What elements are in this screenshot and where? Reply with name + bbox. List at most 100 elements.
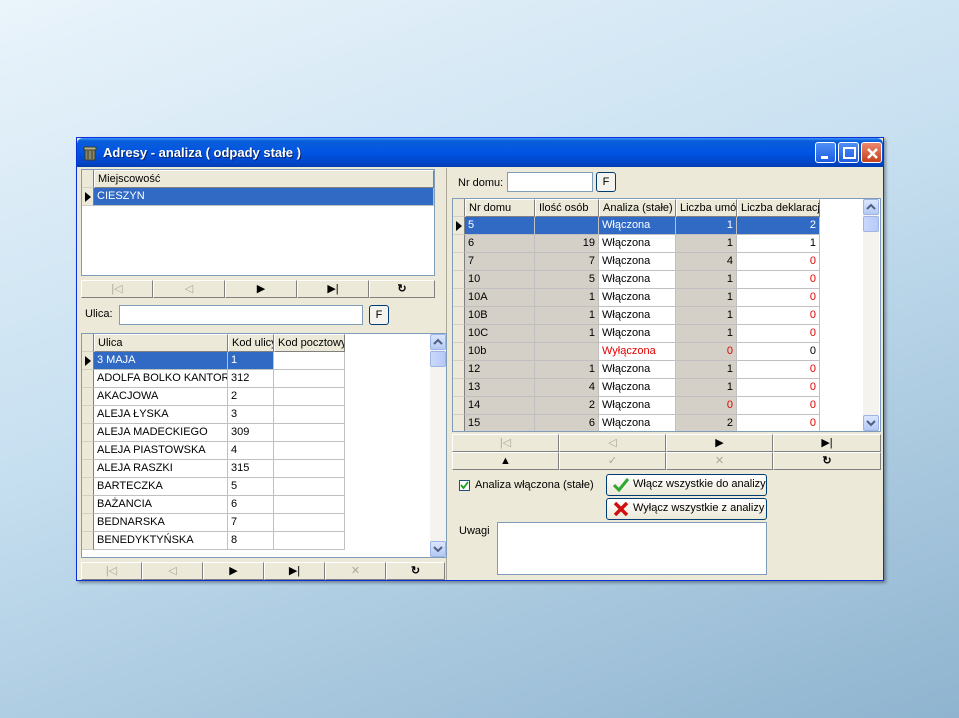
title-bar[interactable]: Adresy - analiza ( odpady stałe ) [77, 138, 883, 167]
column-header-analiza[interactable]: Analiza (stałe) [599, 199, 676, 217]
dom-cell-deklaracje[interactable]: 1 [737, 235, 820, 253]
domy-nav-post-button[interactable]: ✓ [559, 452, 666, 470]
minimize-button[interactable] [815, 142, 836, 163]
dom-cell-deklaracje[interactable]: 2 [737, 217, 820, 235]
dom-cell-nr[interactable]: 6 [465, 235, 535, 253]
dom-cell-osoby[interactable] [535, 217, 599, 235]
dom-cell-deklaracje[interactable]: 0 [737, 325, 820, 343]
ulica-filter-input[interactable] [119, 305, 363, 325]
column-header-ilosc-osob[interactable]: Ilość osób [535, 199, 599, 217]
ulica-cell-zip[interactable] [274, 424, 345, 442]
ulica-cell-zip[interactable] [274, 532, 345, 550]
ulica-cell-code[interactable]: 5 [228, 478, 274, 496]
nav-first-button[interactable]: |◁ [81, 280, 153, 298]
nav-next-button[interactable]: ▶ [225, 280, 297, 298]
ulice-vertical-scrollbar[interactable] [430, 334, 446, 557]
ulica-filter-button[interactable]: F [369, 305, 389, 325]
dom-cell-umowy[interactable]: 1 [676, 307, 737, 325]
ulice-nav-refresh-button[interactable]: ↻ [386, 562, 445, 580]
dom-cell-nr[interactable]: 13 [465, 379, 535, 397]
nav-last-button[interactable]: ▶| [297, 280, 369, 298]
dom-cell-analiza[interactable]: Włączona [599, 253, 676, 271]
ulica-cell-name[interactable]: BAŻANCIA [94, 496, 228, 514]
domy-nav-prior-button[interactable]: ◁ [559, 434, 666, 452]
uwagi-textarea[interactable] [497, 522, 767, 575]
dom-cell-umowy[interactable]: 0 [676, 343, 737, 361]
dom-cell-osoby[interactable]: 5 [535, 271, 599, 289]
ulica-cell-code[interactable]: 4 [228, 442, 274, 460]
ulica-cell-name[interactable]: ALEJA MADECKIEGO [94, 424, 228, 442]
dom-cell-umowy[interactable]: 1 [676, 217, 737, 235]
ulica-cell-code[interactable]: 1 [228, 352, 274, 370]
nr-domu-filter-button[interactable]: F [596, 172, 616, 192]
disable-all-button[interactable]: Wyłącz wszystkie z analizy [606, 498, 767, 520]
ulica-cell-name[interactable]: BARTECZKA [94, 478, 228, 496]
dom-cell-osoby[interactable] [535, 343, 599, 361]
dom-cell-deklaracje[interactable]: 0 [737, 307, 820, 325]
ulica-cell-code[interactable]: 312 [228, 370, 274, 388]
dom-cell-umowy[interactable]: 1 [676, 325, 737, 343]
dom-cell-deklaracje[interactable]: 0 [737, 397, 820, 415]
enable-all-button[interactable]: Włącz wszystkie do analizy [606, 474, 767, 496]
ulica-cell-code[interactable]: 6 [228, 496, 274, 514]
dom-cell-osoby[interactable]: 1 [535, 307, 599, 325]
miejscowosc-grid[interactable]: Miejscowość CIESZYN [81, 169, 435, 276]
nav-refresh-button[interactable]: ↻ [369, 280, 435, 298]
ulice-nav-prior-button[interactable]: ◁ [142, 562, 203, 580]
ulice-grid[interactable]: Ulica Kod ulicy Kod pocztowy 3 MAJA 1 ADOL… [81, 333, 447, 558]
dom-cell-nr[interactable]: 7 [465, 253, 535, 271]
dom-cell-analiza[interactable]: Włączona [599, 217, 676, 235]
ulica-cell-zip[interactable] [274, 514, 345, 532]
dom-cell-osoby[interactable]: 1 [535, 289, 599, 307]
scroll-down-button[interactable] [430, 541, 446, 557]
ulica-cell-zip[interactable] [274, 442, 345, 460]
ulica-cell-zip[interactable] [274, 496, 345, 514]
column-header-kod-ulicy[interactable]: Kod ulicy [228, 334, 274, 352]
column-header-nr-domu[interactable]: Nr domu [465, 199, 535, 217]
ulica-cell-name[interactable]: BEDNARSKA [94, 514, 228, 532]
ulica-cell-code[interactable]: 7 [228, 514, 274, 532]
dom-cell-nr[interactable]: 10b [465, 343, 535, 361]
domy-nav-last-button[interactable]: ▶| [773, 434, 881, 452]
ulica-cell-name[interactable]: ALEJA ŁYSKA [94, 406, 228, 424]
ulica-cell-name[interactable]: AKACJOWA [94, 388, 228, 406]
ulica-cell-name[interactable]: ADOLFA BOLKO KANTOR [94, 370, 228, 388]
column-header-miejscowosc[interactable]: Miejscowość [94, 170, 434, 188]
dom-cell-analiza[interactable]: Włączona [599, 361, 676, 379]
dom-cell-deklaracje[interactable]: 0 [737, 253, 820, 271]
column-header-liczba-umow[interactable]: Liczba umów [676, 199, 737, 217]
domy-vertical-scrollbar[interactable] [863, 199, 879, 431]
ulica-cell-zip[interactable] [274, 352, 345, 370]
dom-cell-umowy[interactable]: 1 [676, 271, 737, 289]
ulice-nav-cancel-button[interactable]: ✕ [325, 562, 386, 580]
ulica-cell-code[interactable]: 309 [228, 424, 274, 442]
dom-cell-nr[interactable]: 5 [465, 217, 535, 235]
dom-cell-umowy[interactable]: 4 [676, 253, 737, 271]
maximize-button[interactable] [838, 142, 859, 163]
domy-nav-next-button[interactable]: ▶ [666, 434, 773, 452]
ulice-nav-first-button[interactable]: |◁ [81, 562, 142, 580]
ulica-cell-zip[interactable] [274, 388, 345, 406]
dom-cell-umowy[interactable]: 2 [676, 415, 737, 431]
ulice-nav-next-button[interactable]: ▶ [203, 562, 264, 580]
dom-cell-analiza[interactable]: Wyłączona [599, 343, 676, 361]
dom-cell-osoby[interactable]: 7 [535, 253, 599, 271]
dom-cell-deklaracje[interactable]: 0 [737, 379, 820, 397]
miejscowosc-row[interactable]: CIESZYN [94, 188, 434, 206]
dom-cell-nr[interactable]: 10B [465, 307, 535, 325]
dom-cell-deklaracje[interactable]: 0 [737, 361, 820, 379]
dom-cell-osoby[interactable]: 6 [535, 415, 599, 431]
column-header-ulica[interactable]: Ulica [94, 334, 228, 352]
dom-cell-umowy[interactable]: 0 [676, 397, 737, 415]
ulica-cell-name[interactable]: 3 MAJA [94, 352, 228, 370]
ulica-cell-zip[interactable] [274, 460, 345, 478]
dom-cell-analiza[interactable]: Włączona [599, 271, 676, 289]
dom-cell-analiza[interactable]: Włączona [599, 289, 676, 307]
ulica-cell-name[interactable]: ALEJA RASZKI [94, 460, 228, 478]
dom-cell-analiza[interactable]: Włączona [599, 379, 676, 397]
dom-cell-osoby[interactable]: 4 [535, 379, 599, 397]
dom-cell-nr[interactable]: 10 [465, 271, 535, 289]
dom-cell-osoby[interactable]: 1 [535, 325, 599, 343]
dom-cell-osoby[interactable]: 19 [535, 235, 599, 253]
scroll-up-button[interactable] [863, 199, 879, 215]
